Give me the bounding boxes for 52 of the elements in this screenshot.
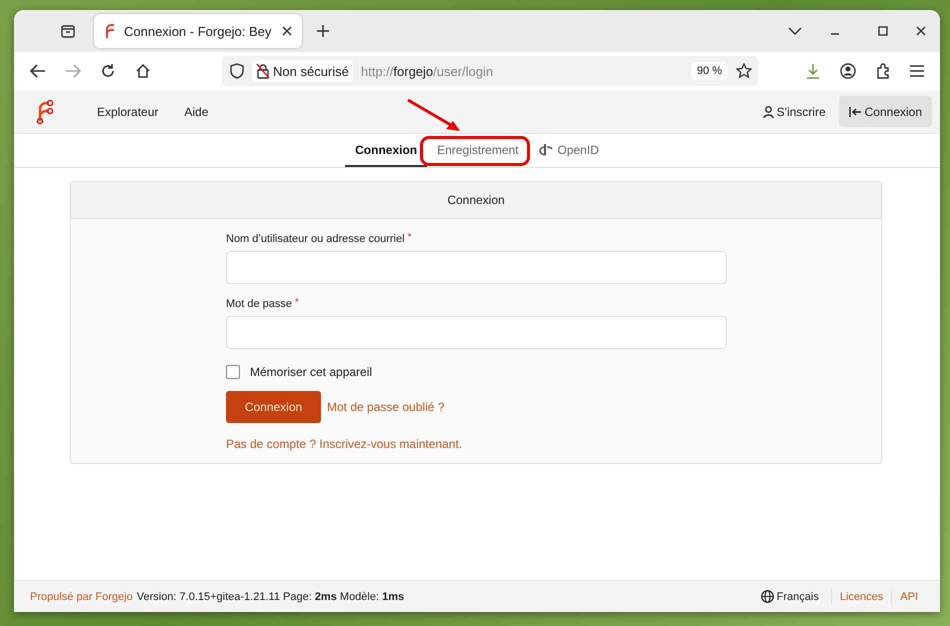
person-icon — [762, 106, 774, 118]
tab-overview-icon[interactable] — [60, 23, 76, 39]
footer-link[interactable]: Licences — [840, 590, 884, 602]
tab[interactable]: Connexion — [345, 134, 428, 167]
maximize-icon[interactable] — [878, 26, 888, 36]
language-selector[interactable]: Français — [760, 590, 819, 603]
address-bar[interactable]: Non sécurisé http://forgejo/user/login 90 % — [222, 56, 758, 86]
field-label: Nom d’utilisateur ou adresse courriel — [226, 233, 405, 245]
new-tab-icon[interactable] — [316, 24, 330, 38]
zoom-level[interactable]: 90 % — [690, 62, 728, 80]
chevron-down-icon[interactable] — [788, 26, 802, 36]
required-marker: * — [408, 233, 412, 243]
security-indicator[interactable]: Non sécurisé — [252, 60, 353, 82]
star-icon[interactable] — [736, 63, 752, 79]
input-field[interactable] — [226, 316, 727, 349]
required-marker: * — [295, 298, 299, 308]
browser-tab[interactable]: Connexion - Forgejo: Bey — [94, 14, 302, 48]
shield-icon[interactable] — [230, 63, 244, 79]
tab-title: Connexion - Forgejo: Bey — [124, 24, 272, 38]
signup-link[interactable]: Pas de compte ? Inscrivez-vous maintenant. — [226, 437, 727, 451]
close-icon[interactable] — [916, 26, 926, 36]
powered-by-link[interactable]: Propulsé par Forgejo — [30, 590, 133, 602]
card-header: Connexion — [71, 182, 881, 219]
login-submit-button[interactable]: Connexion — [226, 391, 321, 423]
menu-icon[interactable] — [910, 65, 924, 77]
forgejo-logo-icon — [104, 23, 116, 39]
forgejo-logo-icon[interactable] — [36, 98, 54, 124]
globe-icon — [760, 590, 774, 603]
checkbox-label: Mémoriser cet appareil — [250, 365, 372, 379]
back-icon[interactable] — [30, 64, 46, 78]
nav-link[interactable]: Explorateur — [84, 104, 172, 118]
tab[interactable]: OpenID — [528, 134, 609, 167]
nav-link[interactable]: Aide — [171, 104, 222, 118]
tab[interactable]: Enregistrement — [427, 134, 528, 167]
footer-link[interactable]: API — [900, 590, 918, 602]
field-label: Mot de passe — [226, 298, 292, 310]
url-text: http://forgejo/user/login — [360, 64, 494, 78]
checkbox[interactable] — [226, 365, 240, 379]
extensions-icon[interactable] — [875, 63, 891, 79]
download-icon[interactable] — [805, 63, 821, 79]
reload-icon[interactable] — [100, 63, 116, 79]
input-field[interactable] — [226, 251, 727, 284]
account-icon[interactable] — [840, 63, 856, 79]
version-info: Version: 7.0.15+gitea-1.21.11 Page: 2ms Modèle: 1ms — [136, 590, 404, 602]
openid-icon — [538, 143, 552, 156]
forgot-password-link[interactable]: Mot de passe oublié ? — [327, 400, 444, 414]
sign-in-icon — [848, 106, 862, 118]
home-icon[interactable] — [135, 63, 151, 79]
close-icon[interactable] — [282, 26, 292, 36]
annotation-arrow — [406, 98, 462, 134]
login-button[interactable]: Connexion — [838, 96, 932, 127]
register-link[interactable]: S'inscrire — [750, 104, 839, 118]
